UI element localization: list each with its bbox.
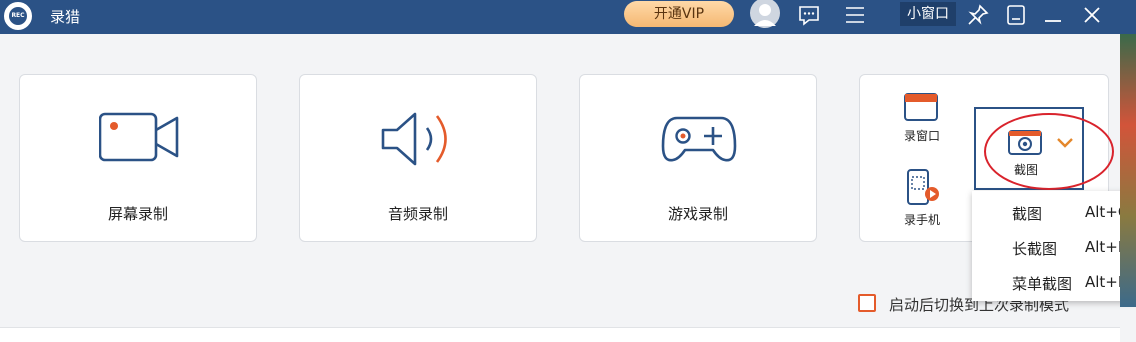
screen-record-card[interactable]: 屏幕录制	[19, 74, 257, 242]
app-title: 录猎	[50, 8, 81, 26]
menu-item-label: 菜单截图	[1012, 275, 1073, 293]
record-window-icon	[904, 93, 938, 121]
bottom-toolbar	[0, 327, 1120, 342]
open-vip-button[interactable]: 开通VIP	[624, 1, 734, 27]
skin-icon[interactable]	[1004, 3, 1028, 27]
menu-item-label: 长截图	[1012, 240, 1058, 258]
menu-item-long-screenshot[interactable]: 长截图 Alt+L	[972, 230, 1136, 264]
game-record-card[interactable]: 游戏录制	[579, 74, 817, 242]
menu-item-screenshot[interactable]: 截图 Alt+C	[972, 195, 1136, 229]
main-content: 屏幕录制 音频录制 游戏录制 录窗口 录手机 截图 启动后切换到上次录制模式 截…	[0, 34, 1136, 342]
menu-item-menu-screenshot[interactable]: 菜单截图 Alt+M	[972, 265, 1136, 299]
record-phone-label: 录手机	[903, 213, 940, 227]
gamepad-icon	[661, 116, 737, 162]
user-avatar-icon[interactable]	[748, 0, 782, 30]
screenshot-dropdown-menu: 截图 Alt+C 长截图 Alt+L 菜单截图 Alt+M	[972, 191, 1136, 301]
annotation-ellipse	[984, 113, 1114, 190]
background-desktop-edge	[1120, 34, 1136, 307]
app-logo: REC	[4, 2, 32, 30]
audio-record-card[interactable]: 音频录制	[299, 74, 537, 242]
menu-item-label: 截图	[1012, 205, 1043, 223]
minimize-icon[interactable]	[1041, 3, 1065, 27]
screen-record-label: 屏幕录制	[107, 205, 168, 223]
phone-record-icon	[907, 169, 939, 205]
message-icon[interactable]	[797, 3, 821, 27]
speaker-icon	[381, 112, 447, 166]
camera-record-icon	[99, 112, 179, 162]
restore-mode-checkbox[interactable]	[858, 294, 876, 312]
mini-window-button[interactable]: 小窗口	[900, 2, 956, 26]
pin-icon[interactable]	[966, 3, 990, 27]
game-record-label: 游戏录制	[667, 205, 728, 223]
close-icon[interactable]	[1080, 3, 1104, 27]
menu-icon[interactable]	[843, 3, 867, 27]
record-window-label: 录窗口	[903, 129, 940, 143]
audio-record-label: 音频录制	[387, 205, 448, 223]
logo-text: REC	[9, 7, 27, 25]
title-bar: REC 录猎 开通VIP 小窗口	[0, 0, 1136, 34]
